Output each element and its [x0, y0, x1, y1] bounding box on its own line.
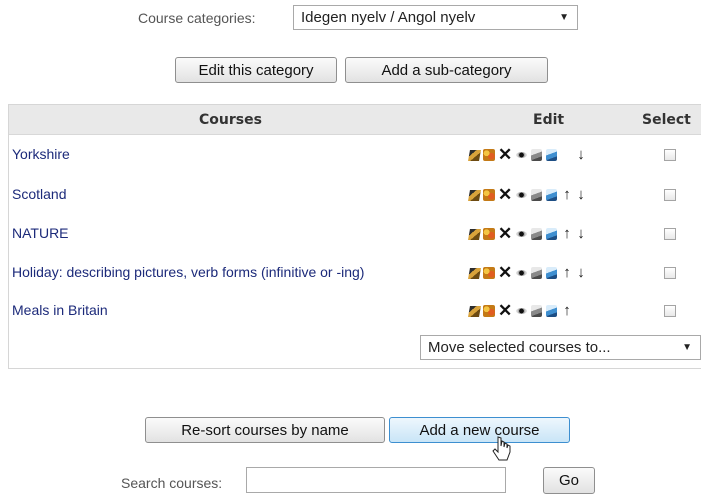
mouse-pointer-icon	[492, 436, 511, 461]
course-link[interactable]: NATURE	[12, 225, 69, 241]
move-up-icon[interactable]: ↑	[560, 303, 574, 318]
course-edit-icons: ✕ ↓	[468, 146, 588, 163]
dropdown-arrow-icon: ▼	[682, 342, 692, 353]
move-down-icon[interactable]: ↓	[574, 265, 588, 280]
edit-icon[interactable]	[468, 227, 480, 241]
move-down-icon[interactable]: ↓	[574, 226, 588, 241]
assign-roles-icon[interactable]	[483, 266, 495, 280]
course-edit-icons: ✕ ↑	[468, 302, 588, 319]
header-select: Select	[642, 112, 691, 128]
delete-icon[interactable]: ✕	[498, 264, 512, 281]
course-select-checkbox[interactable]	[664, 305, 676, 317]
delete-icon[interactable]: ✕	[498, 186, 512, 203]
restore-icon[interactable]	[545, 266, 557, 280]
move-up-icon[interactable]: ↑	[560, 265, 574, 280]
move-courses-select[interactable]: Move selected courses to... ▼	[420, 335, 701, 360]
dropdown-arrow-icon: ▼	[559, 12, 569, 23]
assign-roles-icon[interactable]	[483, 304, 495, 318]
course-edit-icons: ✕ ↑ ↓	[468, 186, 588, 203]
course-categories-label: Course categories:	[138, 10, 256, 26]
header-courses: Courses	[199, 112, 262, 128]
hide-eye-icon[interactable]	[515, 188, 527, 202]
courses-table-header	[9, 105, 701, 135]
backup-icon[interactable]	[530, 227, 542, 241]
edit-icon[interactable]	[468, 188, 480, 202]
search-courses-label: Search courses:	[121, 475, 223, 491]
assign-roles-icon[interactable]	[483, 227, 495, 241]
edit-icon[interactable]	[468, 148, 480, 162]
courses-table	[8, 104, 701, 369]
hide-eye-icon[interactable]	[515, 304, 527, 318]
course-link[interactable]: Holiday: describing pictures, verb forms…	[12, 264, 364, 280]
category-select-value: Idegen nyelv / Angol nyelv	[301, 9, 476, 26]
course-select-checkbox[interactable]	[664, 189, 676, 201]
backup-icon[interactable]	[530, 148, 542, 162]
add-new-course-button[interactable]: Add a new course	[389, 417, 570, 443]
header-edit: Edit	[533, 112, 565, 128]
go-button[interactable]: Go	[543, 467, 595, 494]
restore-icon[interactable]	[545, 188, 557, 202]
restore-icon[interactable]	[545, 227, 557, 241]
restore-icon[interactable]	[545, 304, 557, 318]
course-edit-icons: ✕ ↑ ↓	[468, 264, 588, 281]
edit-category-button[interactable]: Edit this category	[175, 57, 337, 83]
course-edit-icons: ✕ ↑ ↓	[468, 225, 588, 242]
course-link[interactable]: Scotland	[12, 186, 66, 202]
hide-eye-icon[interactable]	[515, 148, 527, 162]
move-down-icon[interactable]: ↓	[574, 147, 588, 162]
backup-icon[interactable]	[530, 188, 542, 202]
course-select-checkbox[interactable]	[664, 267, 676, 279]
course-select-checkbox[interactable]	[664, 149, 676, 161]
add-subcategory-button[interactable]: Add a sub-category	[345, 57, 548, 83]
hide-eye-icon[interactable]	[515, 266, 527, 280]
backup-icon[interactable]	[530, 266, 542, 280]
delete-icon[interactable]: ✕	[498, 302, 512, 319]
delete-icon[interactable]: ✕	[498, 146, 512, 163]
search-courses-input[interactable]	[246, 467, 506, 493]
course-link[interactable]: Yorkshire	[12, 146, 70, 162]
edit-icon[interactable]	[468, 304, 480, 318]
hide-eye-icon[interactable]	[515, 227, 527, 241]
move-up-icon[interactable]: ↑	[560, 187, 574, 202]
assign-roles-icon[interactable]	[483, 188, 495, 202]
course-category-select[interactable]: Idegen nyelv / Angol nyelv ▼	[293, 5, 578, 30]
course-select-checkbox[interactable]	[664, 228, 676, 240]
course-link[interactable]: Meals in Britain	[12, 302, 108, 318]
backup-icon[interactable]	[530, 304, 542, 318]
delete-icon[interactable]: ✕	[498, 225, 512, 242]
resort-courses-button[interactable]: Re-sort courses by name	[145, 417, 385, 443]
move-down-icon[interactable]: ↓	[574, 187, 588, 202]
assign-roles-icon[interactable]	[483, 148, 495, 162]
restore-icon[interactable]	[545, 148, 557, 162]
move-up-icon[interactable]: ↑	[560, 226, 574, 241]
edit-icon[interactable]	[468, 266, 480, 280]
move-select-value: Move selected courses to...	[428, 339, 611, 356]
